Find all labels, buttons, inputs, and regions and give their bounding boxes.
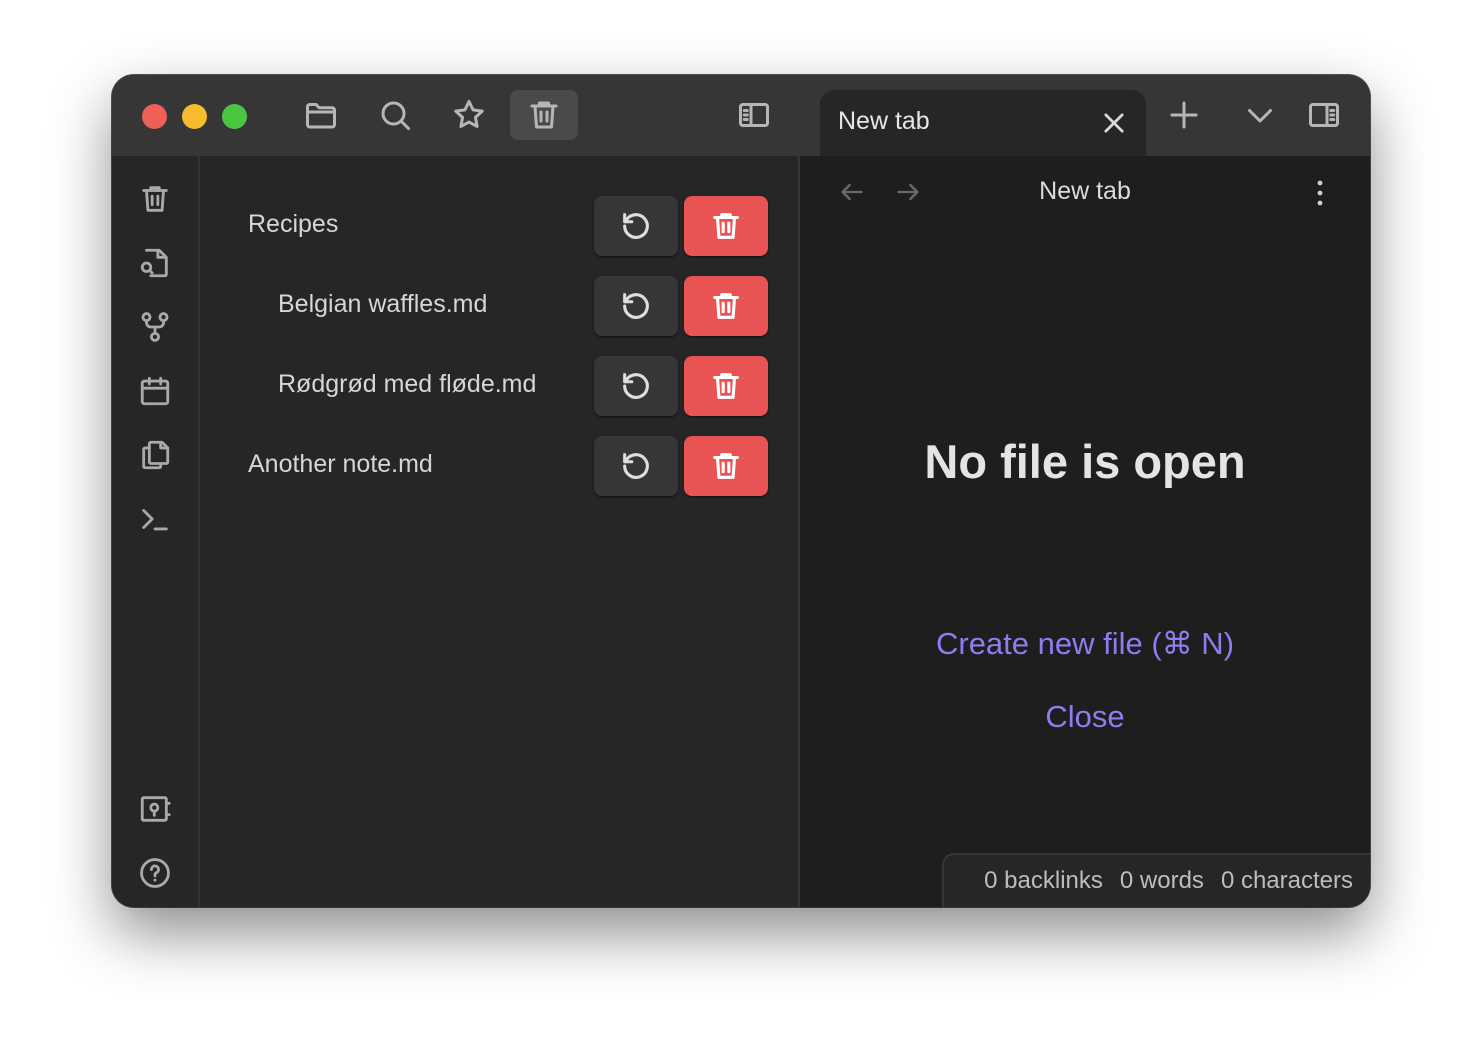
- delete-permanently-button[interactable]: [684, 356, 768, 416]
- empty-state-title: No file is open: [924, 435, 1246, 488]
- delete-permanently-button[interactable]: [684, 276, 768, 336]
- calendar-icon[interactable]: [136, 372, 174, 410]
- zoom-window-button[interactable]: [222, 104, 247, 129]
- trash-panel: Recipes Belgian waffles.md Rødgrød med flø…: [200, 156, 800, 907]
- git-fork-icon[interactable]: [136, 308, 174, 346]
- status-words: 0 words: [1119, 867, 1204, 894]
- copy-icon[interactable]: [136, 436, 174, 474]
- restore-button[interactable]: [594, 436, 678, 496]
- close-link[interactable]: Close: [800, 699, 1370, 735]
- app-window: New tab Recipes Belgian waffles.md Rødgr…: [112, 75, 1370, 907]
- trash-item[interactable]: Belgian waffles.md: [200, 276, 798, 336]
- view-title: New tab: [1039, 177, 1131, 205]
- ribbon: [112, 156, 200, 907]
- title-bar: New tab: [112, 75, 1370, 156]
- restore-icon: [619, 209, 653, 243]
- delete-permanently-button[interactable]: [684, 196, 768, 256]
- close-window-button[interactable]: [142, 104, 167, 129]
- trash-icon[interactable]: [510, 90, 578, 140]
- minimize-window-button[interactable]: [182, 104, 207, 129]
- restore-button[interactable]: [594, 196, 678, 256]
- vault-icon[interactable]: [136, 790, 174, 828]
- trash-item[interactable]: Rødgrød med fløde.md: [200, 356, 798, 416]
- trash-item-label: Another note.md: [248, 450, 433, 478]
- restore-button[interactable]: [594, 276, 678, 336]
- close-icon[interactable]: [1100, 109, 1128, 137]
- restore-icon: [619, 289, 653, 323]
- main-view: New tab No file is open Create new file …: [800, 156, 1370, 907]
- trash-item-label: Rødgrød med fløde.md: [278, 370, 537, 398]
- trash-item[interactable]: Another note.md: [200, 436, 798, 496]
- sidebar-left-icon[interactable]: [720, 90, 788, 140]
- sidebar-right-icon[interactable]: [1290, 90, 1358, 140]
- status-bar: 0 backlinks 0 words 0 characters: [942, 853, 1370, 907]
- folder-icon[interactable]: [287, 90, 355, 140]
- plus-icon[interactable]: [1150, 90, 1218, 140]
- tab-new-tab[interactable]: New tab: [820, 90, 1146, 156]
- chevron-down-icon[interactable]: [1226, 90, 1294, 140]
- tab-title: New tab: [838, 107, 930, 135]
- trash-icon: [709, 209, 743, 243]
- trash-item-label: Recipes: [248, 210, 339, 238]
- create-new-file-link[interactable]: Create new file (⌘ N): [800, 626, 1370, 662]
- status-characters: 0 characters: [1220, 867, 1353, 894]
- delete-permanently-button[interactable]: [684, 436, 768, 496]
- restore-button[interactable]: [594, 356, 678, 416]
- star-icon[interactable]: [435, 90, 503, 140]
- more-options-icon[interactable]: [1310, 176, 1330, 210]
- status-backlinks[interactable]: 0 backlinks: [984, 867, 1103, 895]
- trash-icon: [709, 289, 743, 323]
- search-icon[interactable]: [361, 90, 429, 140]
- help-icon[interactable]: [136, 854, 174, 892]
- trash-item-label: Belgian waffles.md: [278, 290, 488, 318]
- trash-icon: [709, 369, 743, 403]
- trash-icon[interactable]: [136, 180, 174, 218]
- trash-icon: [709, 449, 743, 483]
- restore-icon: [619, 369, 653, 403]
- restore-icon: [619, 449, 653, 483]
- trash-item[interactable]: Recipes: [200, 196, 798, 256]
- terminal-icon[interactable]: [136, 500, 174, 538]
- file-search-icon[interactable]: [136, 244, 174, 282]
